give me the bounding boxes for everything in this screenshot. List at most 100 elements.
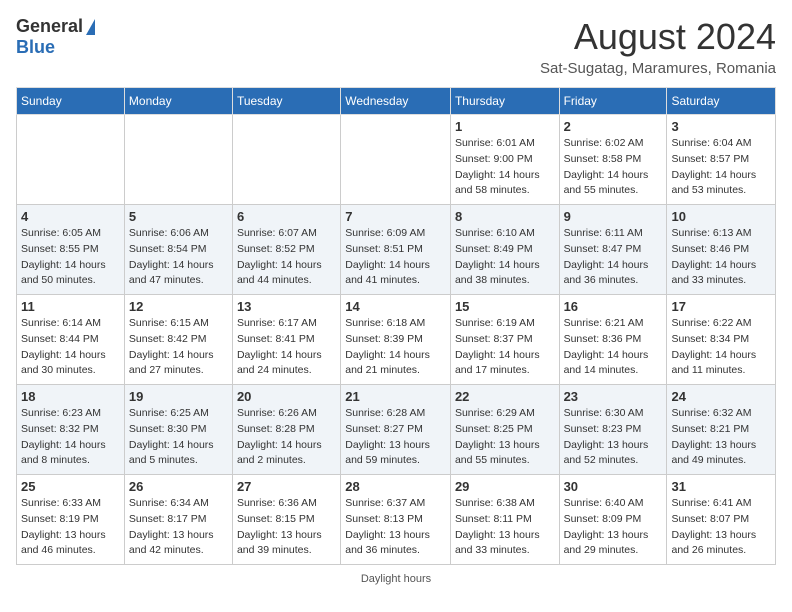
title-area: August 2024 Sat-Sugatag, Maramures, Roma… <box>540 16 776 77</box>
calendar-cell: 11 Sunrise: 6:14 AM Sunset: 8:44 PM Dayli… <box>17 295 125 385</box>
day-info: Sunrise: 6:22 AM Sunset: 8:34 PM Dayligh… <box>671 316 771 379</box>
calendar-cell: 1Sunrise: 6:01 AM Sunset: 9:00 PM Daylig… <box>450 115 559 205</box>
day-info: Sunrise: 6:02 AM Sunset: 8:58 PM Dayligh… <box>564 136 663 199</box>
location-title: Sat-Sugatag, Maramures, Romania <box>540 60 776 77</box>
day-info: Sunrise: 6:17 AM Sunset: 8:41 PM Dayligh… <box>237 316 336 379</box>
logo-triangle-icon <box>86 19 95 35</box>
day-number: 4 <box>21 209 120 224</box>
day-number: 9 <box>564 209 663 224</box>
calendar-cell: 4 Sunrise: 6:05 AM Sunset: 8:55 PM Daylig… <box>17 205 125 295</box>
calendar-cell: 5Sunrise: 6:06 AM Sunset: 8:54 PM Daylig… <box>124 205 232 295</box>
calendar-cell: 14Sunrise: 6:18 AM Sunset: 8:39 PM Dayli… <box>341 295 451 385</box>
day-info: Sunrise: 6:05 AM Sunset: 8:55 PM Dayligh… <box>21 226 120 289</box>
calendar-cell: 30Sunrise: 6:40 AM Sunset: 8:09 PM Dayli… <box>559 475 667 565</box>
day-number: 11 <box>21 299 120 314</box>
day-info: Sunrise: 6:25 AM Sunset: 8:30 PM Dayligh… <box>129 406 228 469</box>
day-info: Sunrise: 6:33 AM Sunset: 8:19 PM Dayligh… <box>21 496 120 559</box>
calendar-cell: 25 Sunrise: 6:33 AM Sunset: 8:19 PM Dayli… <box>17 475 125 565</box>
calendar-cell: 8 Sunrise: 6:10 AM Sunset: 8:49 PM Daylig… <box>450 205 559 295</box>
calendar-cell: 23 Sunrise: 6:30 AM Sunset: 8:23 PM Dayli… <box>559 385 667 475</box>
day-info: Sunrise: 6:23 AM Sunset: 8:32 PM Dayligh… <box>21 406 120 469</box>
day-number: 27 <box>237 479 336 494</box>
column-header-wednesday: Wednesday <box>341 88 451 115</box>
calendar-cell: 26Sunrise: 6:34 AM Sunset: 8:17 PM Dayli… <box>124 475 232 565</box>
calendar-cell: 7Sunrise: 6:09 AM Sunset: 8:51 PM Daylig… <box>341 205 451 295</box>
calendar-cell: 28 Sunrise: 6:37 AM Sunset: 8:13 PM Dayli… <box>341 475 451 565</box>
day-number: 10 <box>671 209 771 224</box>
day-info: Sunrise: 6:10 AM Sunset: 8:49 PM Dayligh… <box>455 226 555 289</box>
day-number: 24 <box>671 389 771 404</box>
day-number: 14 <box>345 299 446 314</box>
day-info: Sunrise: 6:26 AM Sunset: 8:28 PM Dayligh… <box>237 406 336 469</box>
day-info: Sunrise: 6:40 AM Sunset: 8:09 PM Dayligh… <box>564 496 663 559</box>
day-number: 12 <box>129 299 228 314</box>
day-number: 16 <box>564 299 663 314</box>
calendar-week-3: 11 Sunrise: 6:14 AM Sunset: 8:44 PM Dayli… <box>17 295 776 385</box>
day-info: Sunrise: 6:29 AM Sunset: 8:25 PM Dayligh… <box>455 406 555 469</box>
column-header-saturday: Saturday <box>667 88 776 115</box>
calendar-cell: 3 Sunrise: 6:04 AM Sunset: 8:57 PM Daylig… <box>667 115 776 205</box>
day-info: Sunrise: 6:21 AM Sunset: 8:36 PM Dayligh… <box>564 316 663 379</box>
calendar-week-1: 1Sunrise: 6:01 AM Sunset: 9:00 PM Daylig… <box>17 115 776 205</box>
footer-daylight-text: Daylight hours <box>361 573 431 585</box>
day-number: 1 <box>455 119 555 134</box>
column-header-tuesday: Tuesday <box>232 88 340 115</box>
calendar-week-2: 4 Sunrise: 6:05 AM Sunset: 8:55 PM Daylig… <box>17 205 776 295</box>
calendar-cell: 29Sunrise: 6:38 AM Sunset: 8:11 PM Dayli… <box>450 475 559 565</box>
day-number: 7 <box>345 209 446 224</box>
day-info: Sunrise: 6:11 AM Sunset: 8:47 PM Dayligh… <box>564 226 663 289</box>
day-number: 28 <box>345 479 446 494</box>
day-info: Sunrise: 6:07 AM Sunset: 8:52 PM Dayligh… <box>237 226 336 289</box>
day-info: Sunrise: 6:36 AM Sunset: 8:15 PM Dayligh… <box>237 496 336 559</box>
calendar-cell <box>232 115 340 205</box>
calendar-cell: 9 Sunrise: 6:11 AM Sunset: 8:47 PM Daylig… <box>559 205 667 295</box>
day-number: 22 <box>455 389 555 404</box>
logo-blue-text: Blue <box>16 37 55 57</box>
calendar-cell <box>341 115 451 205</box>
day-number: 20 <box>237 389 336 404</box>
footer-note: Daylight hours <box>16 573 776 585</box>
calendar-week-4: 18Sunrise: 6:23 AM Sunset: 8:32 PM Dayli… <box>17 385 776 475</box>
day-number: 31 <box>671 479 771 494</box>
month-title: August 2024 <box>540 16 776 58</box>
calendar-cell: 20 Sunrise: 6:26 AM Sunset: 8:28 PM Dayli… <box>232 385 340 475</box>
column-header-monday: Monday <box>124 88 232 115</box>
day-number: 3 <box>671 119 771 134</box>
calendar-cell: 10Sunrise: 6:13 AM Sunset: 8:46 PM Dayli… <box>667 205 776 295</box>
day-info: Sunrise: 6:04 AM Sunset: 8:57 PM Dayligh… <box>671 136 771 199</box>
day-number: 17 <box>671 299 771 314</box>
calendar-cell: 2Sunrise: 6:02 AM Sunset: 8:58 PM Daylig… <box>559 115 667 205</box>
calendar-cell <box>17 115 125 205</box>
day-info: Sunrise: 6:37 AM Sunset: 8:13 PM Dayligh… <box>345 496 446 559</box>
header: General Blue August 2024 Sat-Sugatag, Ma… <box>16 16 776 77</box>
day-info: Sunrise: 6:06 AM Sunset: 8:54 PM Dayligh… <box>129 226 228 289</box>
day-info: Sunrise: 6:15 AM Sunset: 8:42 PM Dayligh… <box>129 316 228 379</box>
day-info: Sunrise: 6:34 AM Sunset: 8:17 PM Dayligh… <box>129 496 228 559</box>
calendar-cell: 19Sunrise: 6:25 AM Sunset: 8:30 PM Dayli… <box>124 385 232 475</box>
day-number: 15 <box>455 299 555 314</box>
calendar-cell: 16 Sunrise: 6:21 AM Sunset: 8:36 PM Dayli… <box>559 295 667 385</box>
day-number: 23 <box>564 389 663 404</box>
day-number: 29 <box>455 479 555 494</box>
calendar-cell: 13 Sunrise: 6:17 AM Sunset: 8:41 PM Dayli… <box>232 295 340 385</box>
calendar-cell: 6 Sunrise: 6:07 AM Sunset: 8:52 PM Daylig… <box>232 205 340 295</box>
day-info: Sunrise: 6:30 AM Sunset: 8:23 PM Dayligh… <box>564 406 663 469</box>
day-number: 13 <box>237 299 336 314</box>
day-number: 25 <box>21 479 120 494</box>
calendar-cell: 18Sunrise: 6:23 AM Sunset: 8:32 PM Dayli… <box>17 385 125 475</box>
calendar-cell: 15Sunrise: 6:19 AM Sunset: 8:37 PM Dayli… <box>450 295 559 385</box>
day-info: Sunrise: 6:28 AM Sunset: 8:27 PM Dayligh… <box>345 406 446 469</box>
column-header-sunday: Sunday <box>17 88 125 115</box>
calendar-cell: 17 Sunrise: 6:22 AM Sunset: 8:34 PM Dayli… <box>667 295 776 385</box>
day-info: Sunrise: 6:14 AM Sunset: 8:44 PM Dayligh… <box>21 316 120 379</box>
calendar-cell: 31 Sunrise: 6:41 AM Sunset: 8:07 PM Dayli… <box>667 475 776 565</box>
calendar-week-5: 25 Sunrise: 6:33 AM Sunset: 8:19 PM Dayli… <box>17 475 776 565</box>
day-number: 6 <box>237 209 336 224</box>
calendar-cell: 22 Sunrise: 6:29 AM Sunset: 8:25 PM Dayli… <box>450 385 559 475</box>
logo: General Blue <box>16 16 95 58</box>
day-info: Sunrise: 6:41 AM Sunset: 8:07 PM Dayligh… <box>671 496 771 559</box>
day-number: 8 <box>455 209 555 224</box>
calendar-cell <box>124 115 232 205</box>
column-header-thursday: Thursday <box>450 88 559 115</box>
calendar-cell: 21Sunrise: 6:28 AM Sunset: 8:27 PM Dayli… <box>341 385 451 475</box>
